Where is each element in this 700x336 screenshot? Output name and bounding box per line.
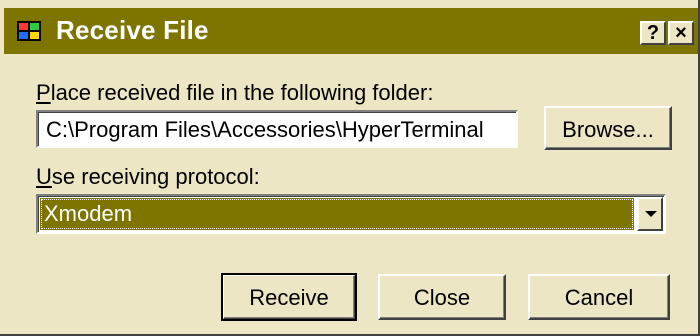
receive-button[interactable]: Receive [221,273,357,321]
cancel-button-label: Cancel [564,285,634,310]
browse-button-label: Browse... [562,117,654,142]
hyperterminal-icon [17,21,41,41]
folder-label: Place received file in the following fol… [36,80,434,105]
close-button-label: Close [413,285,471,310]
folder-path-value: C:\Program Files\Accessories\HyperTermin… [46,117,484,142]
close-window-button[interactable]: × [668,21,694,45]
protocol-selected-value: Xmodem [40,198,634,230]
protocol-select[interactable]: Xmodem [36,194,666,234]
protocol-selected-text: Xmodem [44,201,133,226]
window-title: Receive File [56,15,209,45]
title-bar[interactable]: Receive File ? × [4,8,698,54]
cancel-button[interactable]: Cancel [528,274,670,320]
protocol-label: Use receiving protocol: [36,164,260,189]
help-button[interactable]: ? [640,21,666,45]
folder-path-input[interactable]: C:\Program Files\Accessories\HyperTermin… [36,110,518,148]
receive-file-dialog: Receive File ? × Place received file in … [0,0,700,336]
protocol-dropdown-button[interactable] [637,197,663,231]
browse-button[interactable]: Browse... [544,106,672,150]
receive-button-label: Receive [249,285,329,310]
close-button[interactable]: Close [378,274,506,320]
chevron-down-icon [645,211,657,217]
